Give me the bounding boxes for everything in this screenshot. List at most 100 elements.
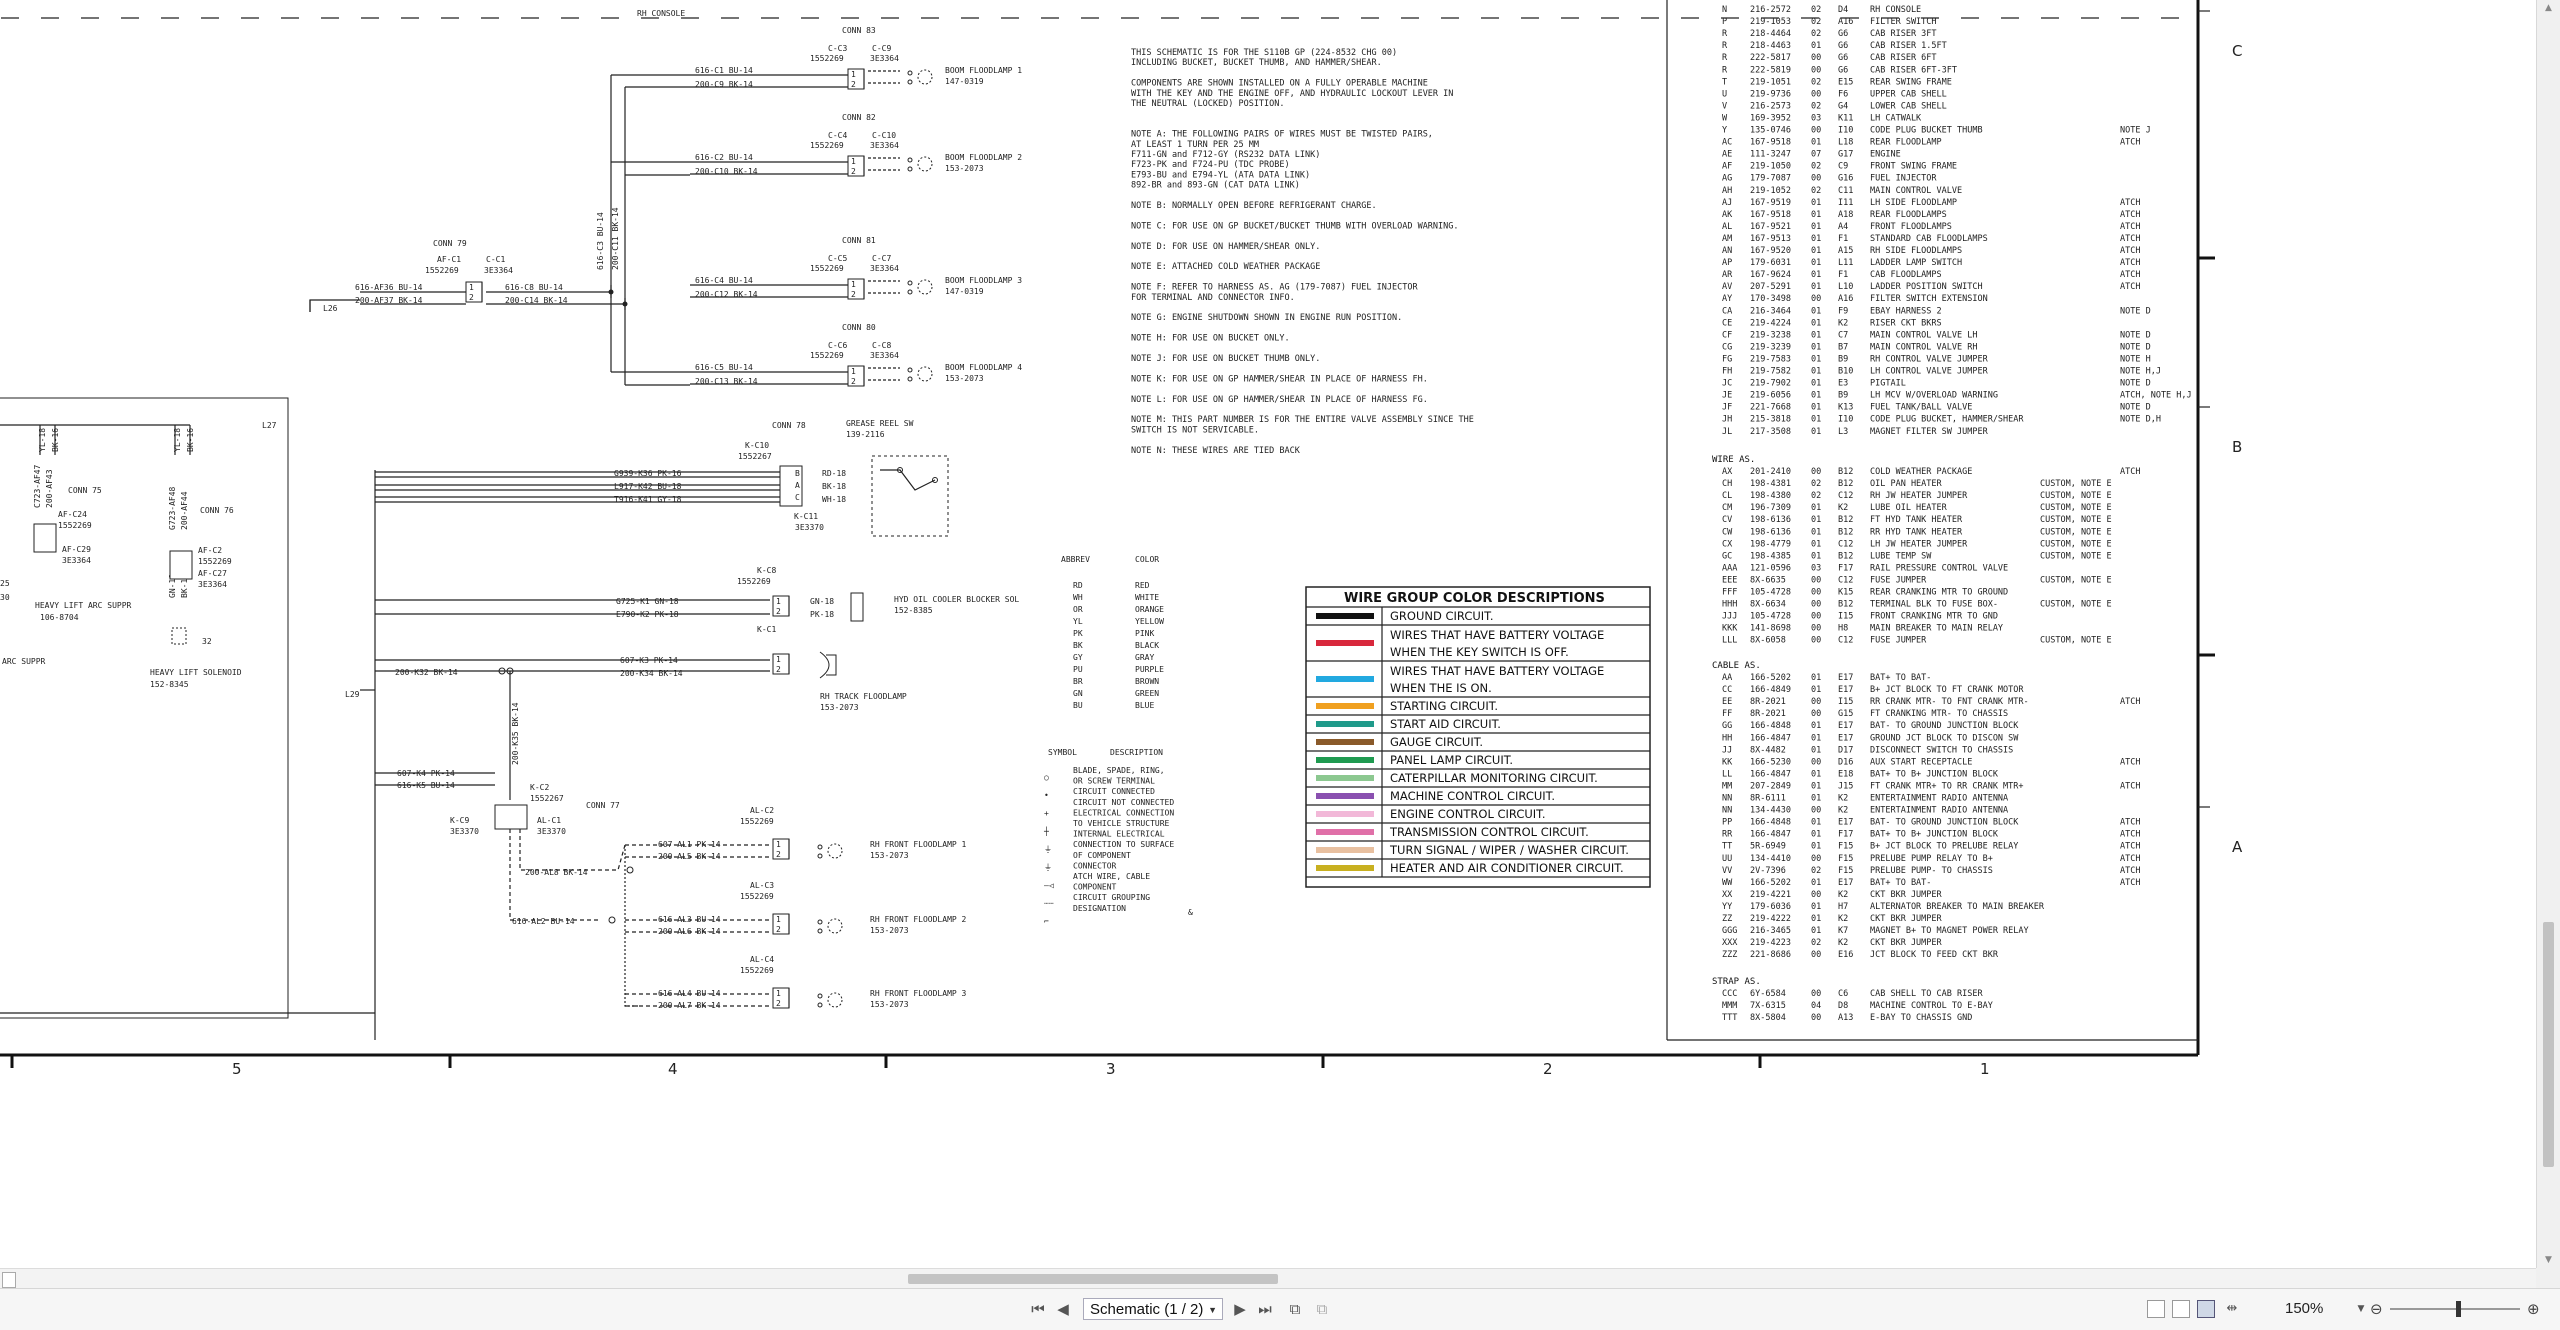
solenoid-part: 152-8345 xyxy=(150,680,189,689)
harness-desc: LH CATWALK xyxy=(1870,113,1922,123)
prev-page-icon[interactable]: ◀ xyxy=(1053,1299,1073,1319)
horizontal-scroll-thumb[interactable] xyxy=(908,1274,1278,1284)
harness-note: ATCH xyxy=(2120,467,2140,477)
harness-chg: 01 xyxy=(1811,515,1821,525)
lamp-part: 153-2073 xyxy=(870,926,909,935)
harness-chg: 00 xyxy=(1811,174,1821,184)
page-select[interactable]: Schematic (1 / 2) ▼ xyxy=(1083,1298,1223,1320)
harness-part: 222-5817 xyxy=(1750,53,1791,63)
harness-note: NOTE D xyxy=(2120,342,2151,352)
connector-title: CONN 78 xyxy=(772,421,806,430)
harness-part: 170-3498 xyxy=(1750,294,1791,304)
switch-contact xyxy=(880,469,936,491)
harness-part: 8R-2021 xyxy=(1750,697,1786,707)
connector-part: 3E3364 xyxy=(62,556,91,565)
harness-part: 134-4430 xyxy=(1750,806,1791,816)
vertical-scrollbar[interactable]: ▲ ▼ xyxy=(2536,0,2560,1268)
harness-chg: 01 xyxy=(1811,842,1821,852)
harness-code: CM xyxy=(1722,503,1732,513)
zoom-slider[interactable] xyxy=(2390,1308,2520,1310)
note-line: NOTE C: FOR USE ON GP BUCKET/BUCKET THUM… xyxy=(1131,221,1459,231)
zoom-in-icon[interactable]: ⊕ xyxy=(2527,1299,2540,1319)
fit-width-icon[interactable]: ⇹ xyxy=(2222,1299,2242,1319)
harness-part: 135-0746 xyxy=(1750,126,1791,136)
wire-as-title: WIRE AS. xyxy=(1712,455,1755,465)
column-number: 1 xyxy=(1980,1060,1990,1078)
connector-tag: C-C10 xyxy=(872,131,896,140)
lamp-label: BOOM FLOODLAMP 1 xyxy=(945,66,1022,75)
harness-chg: 00 xyxy=(1811,126,1821,136)
conn75-connector xyxy=(33,523,57,553)
switch-part: 139-2116 xyxy=(846,430,885,439)
pin-number: 1 xyxy=(851,70,856,79)
connector-title: CONN 82 xyxy=(842,113,876,122)
abbrev-code: GY xyxy=(1073,653,1083,662)
wire-label: 616-C2 BU-14 xyxy=(695,153,753,162)
last-page-icon[interactable]: ⏭ xyxy=(1255,1299,1275,1319)
harness-desc: FT CRANKING MTR- TO CHASSIS xyxy=(1870,709,2008,719)
zoom-dropdown-icon[interactable]: ▼ xyxy=(2351,1299,2371,1319)
abbrev-code: PK xyxy=(1073,629,1083,638)
harness-desc: PRELUBE PUMP RELAY TO B+ xyxy=(1870,854,1993,864)
harness-grid: K2 xyxy=(1838,938,1848,948)
scroll-up-icon[interactable]: ▲ xyxy=(2543,2,2554,14)
harness-chg: 07 xyxy=(1811,150,1821,160)
column-number: 5 xyxy=(232,1060,242,1078)
harness-code: TT xyxy=(1722,842,1732,852)
harness-code: XXX xyxy=(1722,938,1738,948)
harness-code: JJ xyxy=(1722,745,1732,755)
symbol-header: SYMBOL xyxy=(1048,748,1077,757)
first-page-icon[interactable]: ⏮ xyxy=(1028,1299,1048,1319)
harness-part: 221-7668 xyxy=(1750,403,1791,413)
zoom-out-icon[interactable]: ⊖ xyxy=(2370,1299,2383,1319)
number-label: 25 xyxy=(0,579,10,588)
zoom-slider-handle[interactable] xyxy=(2456,1301,2461,1317)
legend-title: WIRE GROUP COLOR DESCRIPTIONS xyxy=(1344,591,1605,606)
harness-part: 111-3247 xyxy=(1750,150,1791,160)
two-page-icon[interactable] xyxy=(2197,1300,2215,1318)
zoom-level[interactable]: 150% xyxy=(2285,1299,2323,1319)
abbrev-code: PU xyxy=(1073,665,1083,674)
harness-grid: D17 xyxy=(1838,745,1853,755)
harness-part: 166-4848 xyxy=(1750,721,1791,731)
harness-desc: CAB RISER 6FT xyxy=(1870,53,1937,63)
harness-note: ATCH xyxy=(2120,757,2140,767)
arc-suppr-label: HEAVY LIFT ARC SUPPR xyxy=(35,601,132,610)
harness-part: 166-5202 xyxy=(1750,673,1791,683)
wire-label: 200-C9 BK-14 xyxy=(695,80,753,89)
single-page-icon[interactable] xyxy=(2147,1300,2165,1318)
connector-tag: C-C5 xyxy=(828,254,847,263)
column-number: 2 xyxy=(1543,1060,1553,1078)
harness-desc: MAIN BREAKER TO MAIN RELAY xyxy=(1870,624,2003,634)
harness-grid: B7 xyxy=(1838,342,1848,352)
track-floodlamp-icon xyxy=(819,651,837,679)
harness-code: KK xyxy=(1722,757,1733,767)
note-line: F723-PK and F724-PU (TDC PROBE) xyxy=(1131,160,1290,170)
harness-desc: REAR FLOODLAMPS xyxy=(1870,210,1947,220)
vertical-wire-label: BK-16 xyxy=(51,428,60,452)
harness-code: AR xyxy=(1722,270,1733,280)
symbol-glyph: ⏚ xyxy=(1044,845,1052,854)
next-page-icon[interactable]: ▶ xyxy=(1230,1299,1250,1319)
harness-desc: ENGINE xyxy=(1870,150,1901,160)
harness-desc: BAT+ TO BAT- xyxy=(1870,673,1931,683)
horizontal-scrollbar[interactable] xyxy=(0,1268,2536,1289)
harness-part: 121-0596 xyxy=(1750,563,1791,573)
schematic-sheet: RH CONSOLE C B A 5 4 3 2 1 THIS SCHEMATIC IS FOR … xyxy=(0,0,2536,1268)
scroll-down-icon[interactable]: ▼ xyxy=(2543,1254,2554,1266)
scroll-left-icon[interactable] xyxy=(2,1272,16,1288)
terminal xyxy=(817,853,823,859)
harness-part: 166-4847 xyxy=(1750,733,1791,743)
copy-icon[interactable]: ⧉ xyxy=(1285,1299,1305,1319)
wire-label: 200-C13 BK-14 xyxy=(695,377,758,386)
vertical-scroll-thumb[interactable] xyxy=(2543,922,2554,1167)
wire-label: 200-C12 BK-14 xyxy=(695,290,758,299)
harness-chg: 01 xyxy=(1811,210,1821,220)
layout-icon[interactable]: ⧉ xyxy=(1312,1299,1332,1319)
connector-part: 3E3364 xyxy=(484,266,513,275)
continuous-icon[interactable] xyxy=(2172,1300,2190,1318)
abbrev-code: BK xyxy=(1073,641,1083,650)
harness-part: 179-7087 xyxy=(1750,174,1791,184)
terminal xyxy=(907,280,913,286)
front-floodlamp-icon xyxy=(827,843,843,859)
